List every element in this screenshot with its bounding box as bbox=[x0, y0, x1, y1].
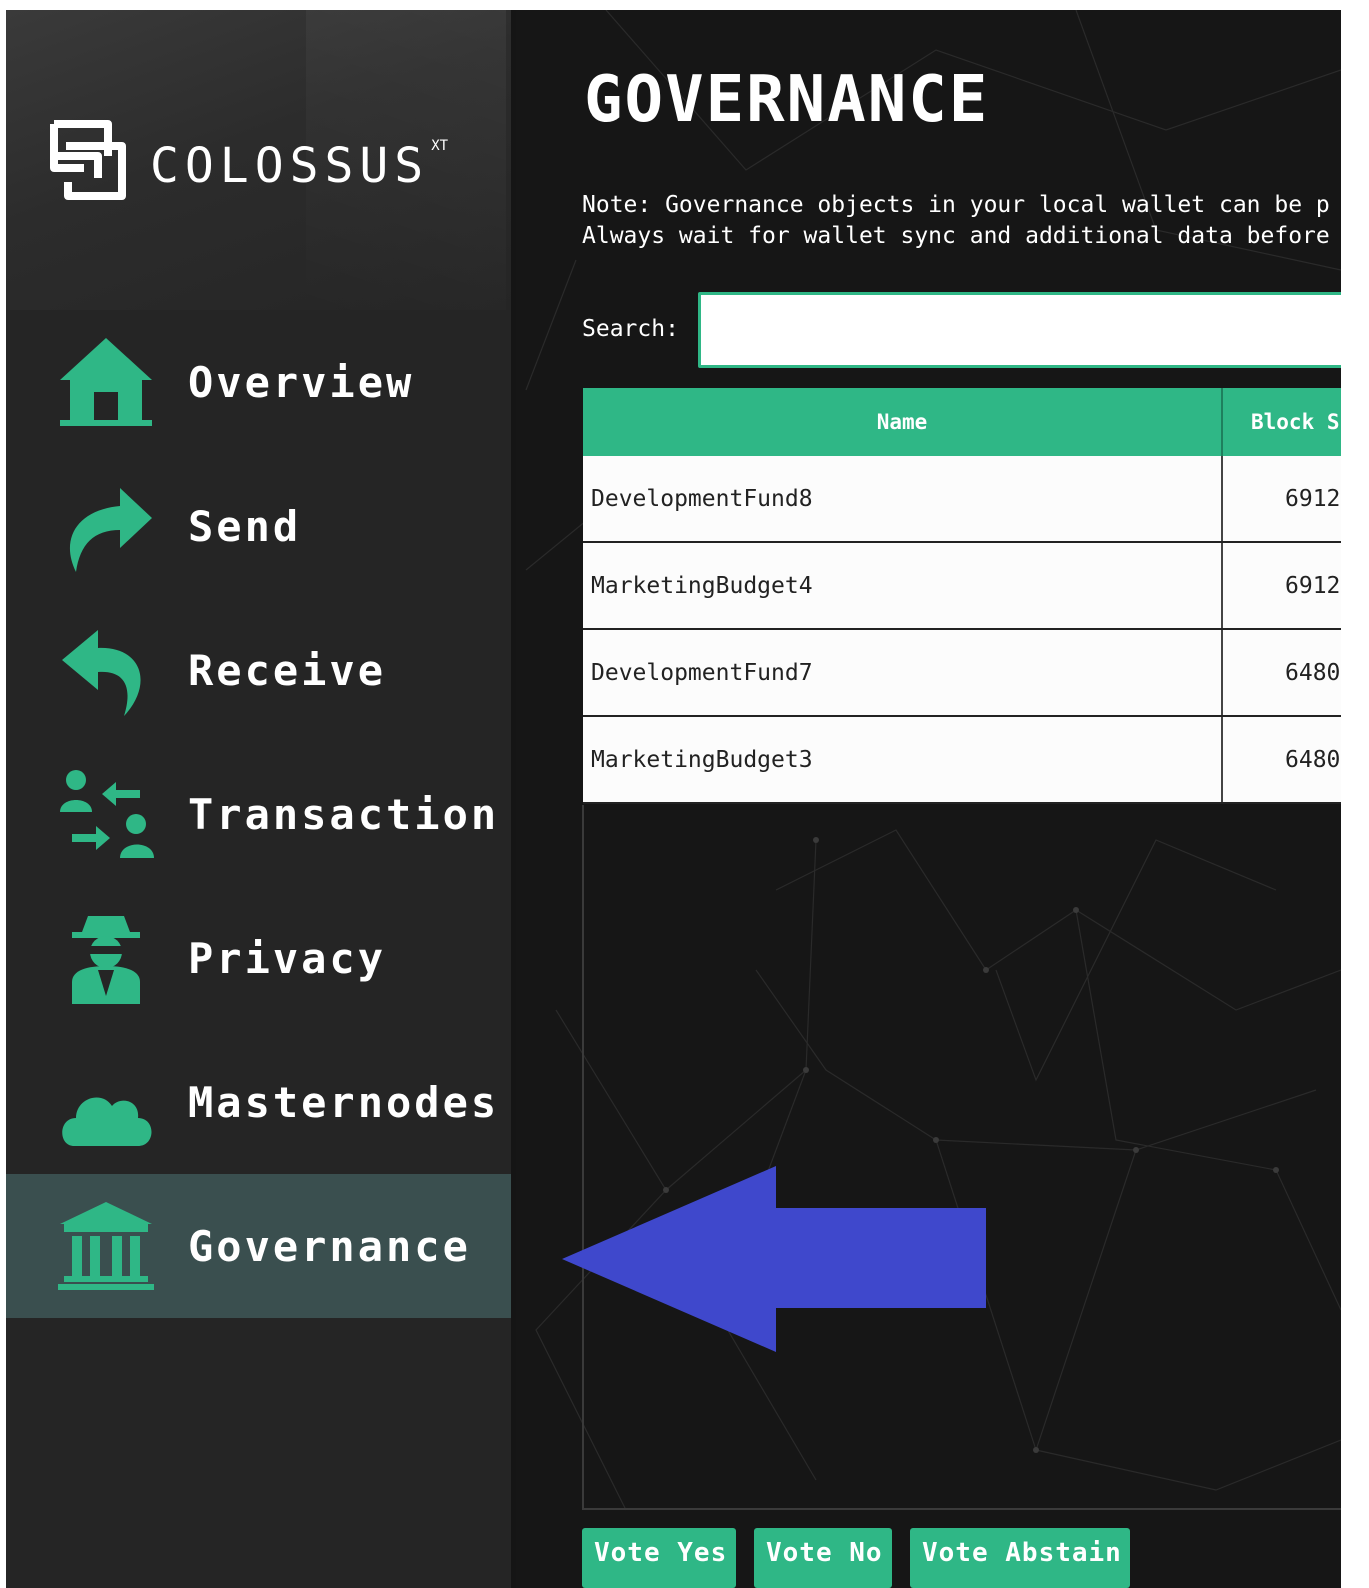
send-arrow-icon bbox=[69, 488, 152, 572]
vote-abstain-button[interactable]: Vote Abstain bbox=[910, 1528, 1130, 1588]
sidebar-item-transaction[interactable]: Transaction bbox=[6, 742, 511, 886]
sidebar-item-label: Overview bbox=[188, 357, 415, 407]
table-row[interactable]: MarketingBudget3 6480 bbox=[583, 717, 1341, 804]
sidebar-item-label: Masternodes bbox=[188, 1077, 500, 1127]
page-title: GOVERNANCE bbox=[584, 63, 990, 137]
cell-name: MarketingBudget3 bbox=[583, 717, 1223, 802]
table-row[interactable]: DevelopmentFund7 6480 bbox=[583, 630, 1341, 717]
brand-sup: XT bbox=[431, 138, 449, 154]
sidebar-item-governance[interactable]: Governance bbox=[6, 1174, 511, 1318]
cell-block: 6480 bbox=[1285, 659, 1341, 686]
annotation-arrow-icon bbox=[562, 1166, 986, 1352]
cell-name: DevelopmentFund7 bbox=[583, 630, 1223, 715]
vote-no-button[interactable]: Vote No bbox=[754, 1528, 892, 1588]
cell-name: DevelopmentFund8 bbox=[583, 456, 1223, 541]
sidebar-nav: Overview Send Receive Transaction Privac… bbox=[6, 310, 511, 1318]
sidebar-item-label: Governance bbox=[188, 1221, 471, 1271]
search-input[interactable] bbox=[698, 292, 1341, 368]
cell-block: 6480 bbox=[1285, 746, 1341, 773]
proposals-table: Name Block S DevelopmentFund8 6912 Marke… bbox=[583, 388, 1341, 804]
sidebar-item-privacy[interactable]: Privacy bbox=[6, 886, 511, 1030]
column-header-block[interactable]: Block S bbox=[1223, 388, 1340, 456]
brand-logo: COLOSSUS XT bbox=[44, 116, 448, 204]
note-line-1: Note: Governance objects in your local w… bbox=[582, 192, 1330, 218]
table-header: Name Block S bbox=[583, 388, 1341, 456]
transaction-icon bbox=[60, 770, 154, 858]
sidebar-item-label: Receive bbox=[188, 645, 387, 695]
brand-name: COLOSSUS bbox=[150, 138, 430, 194]
receive-arrow-icon bbox=[62, 630, 141, 716]
sidebar-item-send[interactable]: Send bbox=[6, 454, 511, 598]
cell-block: 6912 bbox=[1285, 485, 1341, 512]
cloud-icon bbox=[62, 1097, 152, 1146]
column-header-name[interactable]: Name bbox=[583, 388, 1223, 456]
table-row[interactable]: MarketingBudget4 6912 bbox=[583, 543, 1341, 630]
table-row[interactable]: DevelopmentFund8 6912 bbox=[583, 456, 1341, 543]
sidebar-item-label: Transaction bbox=[188, 789, 500, 839]
vote-yes-button[interactable]: Vote Yes bbox=[582, 1528, 736, 1588]
wallet-window: COLOSSUS XT Overview Send Receive Transa… bbox=[6, 10, 1341, 1588]
sidebar-item-label: Privacy bbox=[188, 933, 387, 983]
sidebar-item-receive[interactable]: Receive bbox=[6, 598, 511, 742]
home-icon bbox=[60, 338, 152, 426]
note-line-2: Always wait for wallet sync and addition… bbox=[582, 223, 1330, 249]
table-empty-area bbox=[582, 805, 1341, 1510]
vote-buttons: Vote Yes Vote No Vote Abstain bbox=[582, 1528, 1148, 1588]
colossus-logo-icon bbox=[50, 120, 126, 200]
cell-name: MarketingBudget4 bbox=[583, 543, 1223, 628]
governance-note: Note: Governance objects in your local w… bbox=[582, 190, 1330, 252]
cell-block: 6912 bbox=[1285, 572, 1341, 599]
sidebar-item-overview[interactable]: Overview bbox=[6, 310, 511, 454]
search-label: Search: bbox=[582, 316, 679, 342]
spy-icon bbox=[72, 916, 140, 1004]
sidebar-item-label: Send bbox=[188, 501, 302, 551]
bank-icon bbox=[58, 1202, 154, 1290]
sidebar-item-masternodes[interactable]: Masternodes bbox=[6, 1030, 511, 1174]
sidebar: COLOSSUS XT Overview Send Receive Transa… bbox=[6, 10, 511, 1588]
